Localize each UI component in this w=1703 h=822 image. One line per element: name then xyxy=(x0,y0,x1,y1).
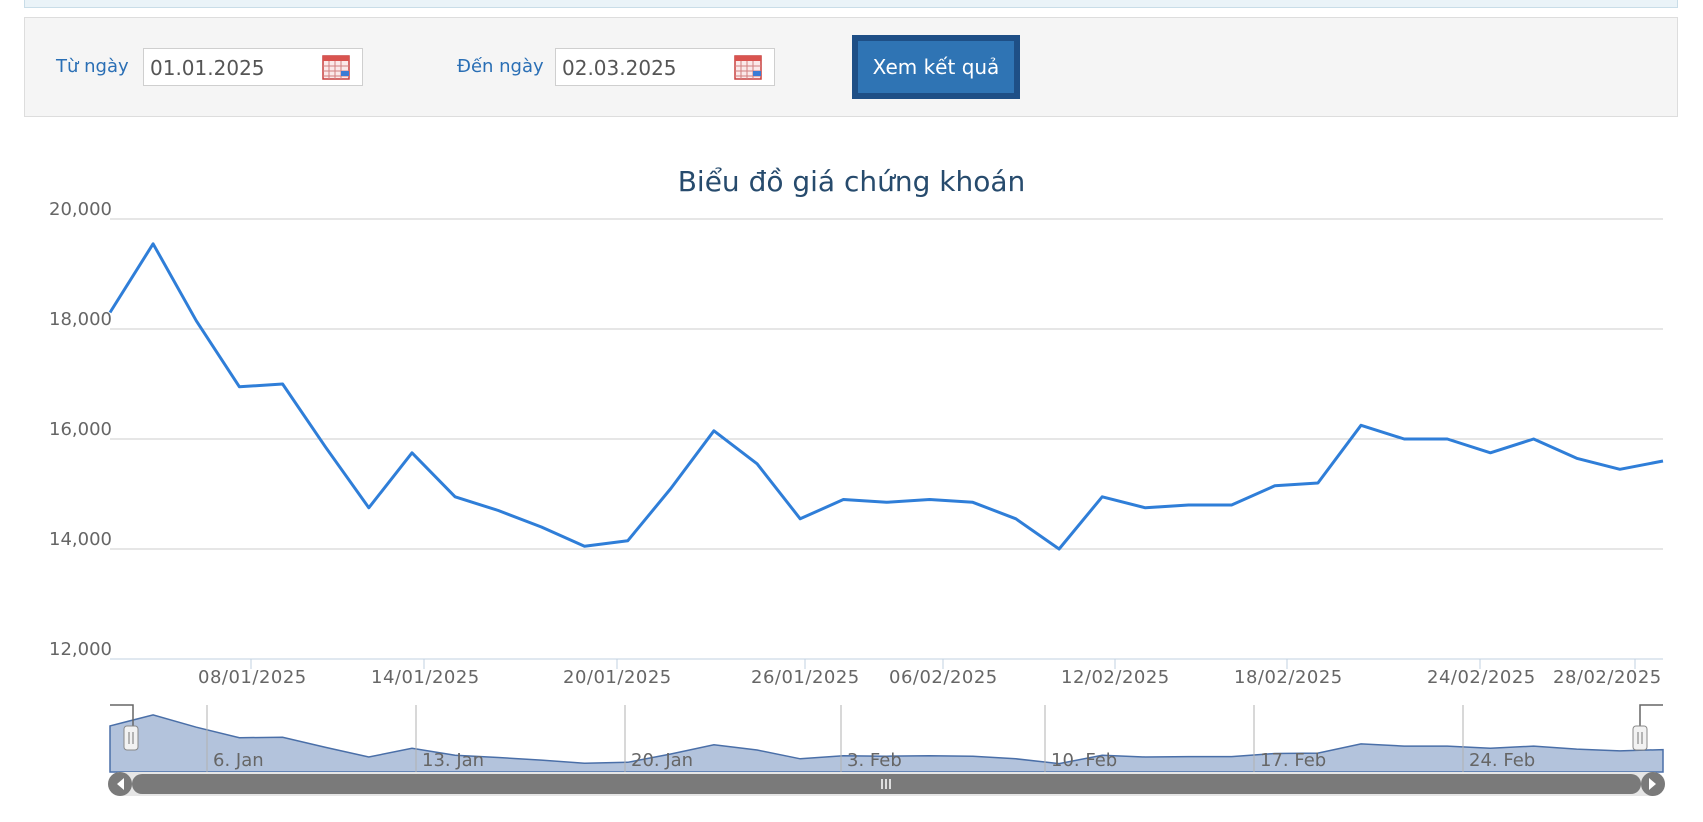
x-tick-label: 18/02/2025 xyxy=(1234,667,1343,688)
x-tick-label: 24/02/2025 xyxy=(1427,667,1536,688)
y-tick-label: 20,000 xyxy=(49,199,112,220)
price-line xyxy=(108,242,1664,551)
navigator-tick-label: 6. Jan xyxy=(213,750,264,771)
x-tick-label: 14/01/2025 xyxy=(371,667,480,688)
navigator-tick-label: 3. Feb xyxy=(847,750,902,771)
y-tick-label: 12,000 xyxy=(49,639,112,660)
navigator-tick-label: 10. Feb xyxy=(1051,750,1117,771)
x-tick-label: 26/01/2025 xyxy=(751,667,860,688)
navigator-handle-left[interactable] xyxy=(123,725,139,751)
x-tick-label: 12/02/2025 xyxy=(1061,667,1170,688)
price-chart: 20,000 18,000 16,000 14,000 12,000 08/01/2025… xyxy=(49,199,1665,796)
navigator-tick-label: 24. Feb xyxy=(1469,750,1535,771)
y-tick-label: 18,000 xyxy=(49,309,112,330)
y-tick-label: 14,000 xyxy=(49,529,112,550)
x-tick-label: 06/02/2025 xyxy=(889,667,998,688)
y-tick-label: 16,000 xyxy=(49,419,112,440)
navigator-handle-right[interactable] xyxy=(1632,725,1648,751)
x-tick-label: 20/01/2025 xyxy=(563,667,672,688)
navigator-tick-label: 20. Jan xyxy=(631,750,693,771)
navigator-tick-label: 13. Jan xyxy=(422,750,484,771)
navigator-tick-label: 17. Feb xyxy=(1260,750,1326,771)
x-tick-label: 28/02/2025 xyxy=(1553,667,1662,688)
x-tick-label: 08/01/2025 xyxy=(198,667,307,688)
